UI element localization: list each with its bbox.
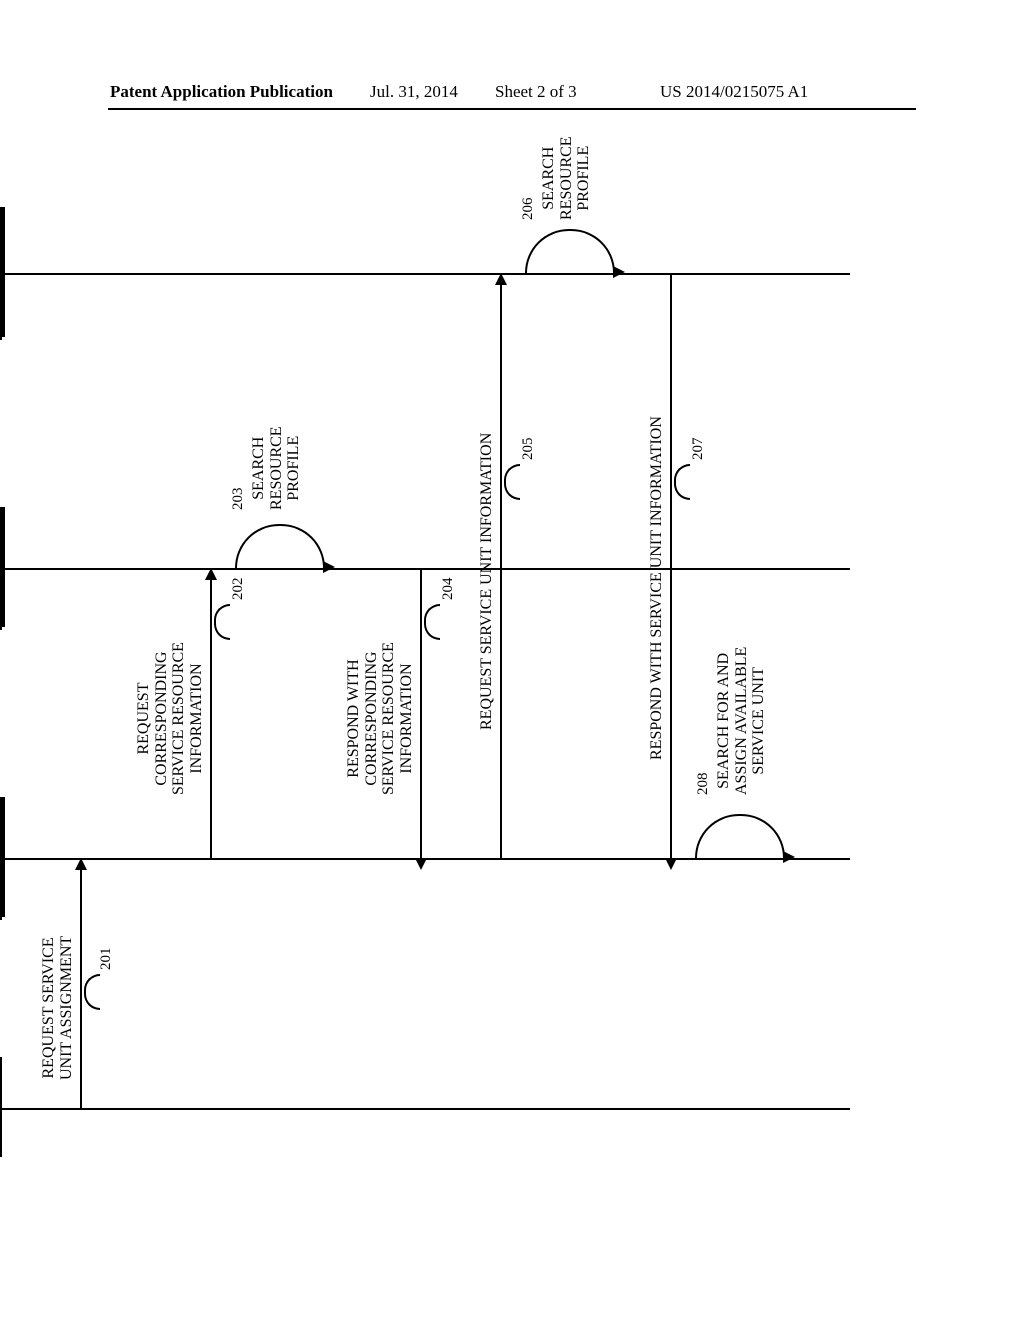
step-202-num: 202 [230, 578, 247, 601]
lane-platform-box: SERVICE PLATFORM [0, 510, 2, 630]
step-205-num: 205 [520, 438, 537, 461]
msg-203-label: SEARCH RESOURCE PROFILE [250, 426, 303, 510]
header-pubno: US 2014/0215075 A1 [660, 82, 808, 102]
arc-204 [424, 604, 440, 640]
arc-202 [214, 604, 230, 640]
msg-208-arrow [783, 851, 795, 863]
msg-206-label: SEARCH RESOURCE PROFILE [540, 136, 593, 220]
arc-201 [84, 974, 100, 1010]
lifeline-platform [3, 568, 850, 570]
step-204-num: 204 [440, 578, 457, 601]
msg-207-arrow [665, 858, 677, 870]
lifeline-client [0, 1108, 850, 1110]
msg-202-label: REQUEST CORRESPONDING SERVICE RESOURCE I… [135, 642, 205, 795]
step-206-num: 206 [520, 198, 537, 221]
msg-204-arrow [415, 858, 427, 870]
msg-205-label: REQUEST SERVICE UNIT INFORMATION [478, 433, 496, 730]
msg-204-label: RESPOND WITH CORRESPONDING SERVICE RESOU… [345, 642, 415, 795]
arc-205 [504, 464, 520, 500]
lifeline-processor [3, 273, 850, 275]
figure-stage: FIG. 2 CLIENT 10 LOAD BALANCER 150 SERVI… [20, 310, 1000, 1070]
step-208-num: 208 [695, 773, 712, 796]
msg-203-arrow [323, 561, 335, 573]
step-201-num: 201 [98, 948, 115, 971]
msg-201-label: REQUEST SERVICE UNIT ASSIGNMENT [40, 936, 75, 1080]
msg-207-line [670, 275, 672, 858]
msg-205-line [500, 275, 502, 858]
arc-203 [235, 524, 325, 568]
msg-205-arrow [495, 273, 507, 285]
msg-202-arrow [205, 568, 217, 580]
arc-208 [695, 814, 785, 858]
arc-206 [525, 229, 615, 273]
lane-balancer-box: LOAD BALANCER [0, 800, 2, 920]
msg-201-arrow [75, 858, 87, 870]
header-left: Patent Application Publication [110, 82, 333, 102]
header-rule [108, 108, 916, 110]
header-date: Jul. 31, 2014 [370, 82, 458, 102]
msg-201-line [80, 860, 82, 1108]
msg-208-label: SEARCH FOR AND ASSIGN AVAILABLE SERVICE … [715, 647, 768, 795]
step-203-num: 203 [230, 488, 247, 511]
figure-page: FIG. 2 CLIENT 10 LOAD BALANCER 150 SERVI… [130, 200, 890, 1180]
msg-202-line [210, 570, 212, 858]
header-sheet: Sheet 2 of 3 [495, 82, 577, 102]
msg-207-label: RESPOND WITH SERVICE UNIT INFORMATION [648, 416, 666, 760]
msg-204-line [420, 570, 422, 858]
step-207-num: 207 [690, 438, 707, 461]
msg-206-arrow [613, 266, 625, 278]
arc-207 [674, 464, 690, 500]
lane-processor-box: SERVICE PROCESSOR [0, 210, 2, 340]
